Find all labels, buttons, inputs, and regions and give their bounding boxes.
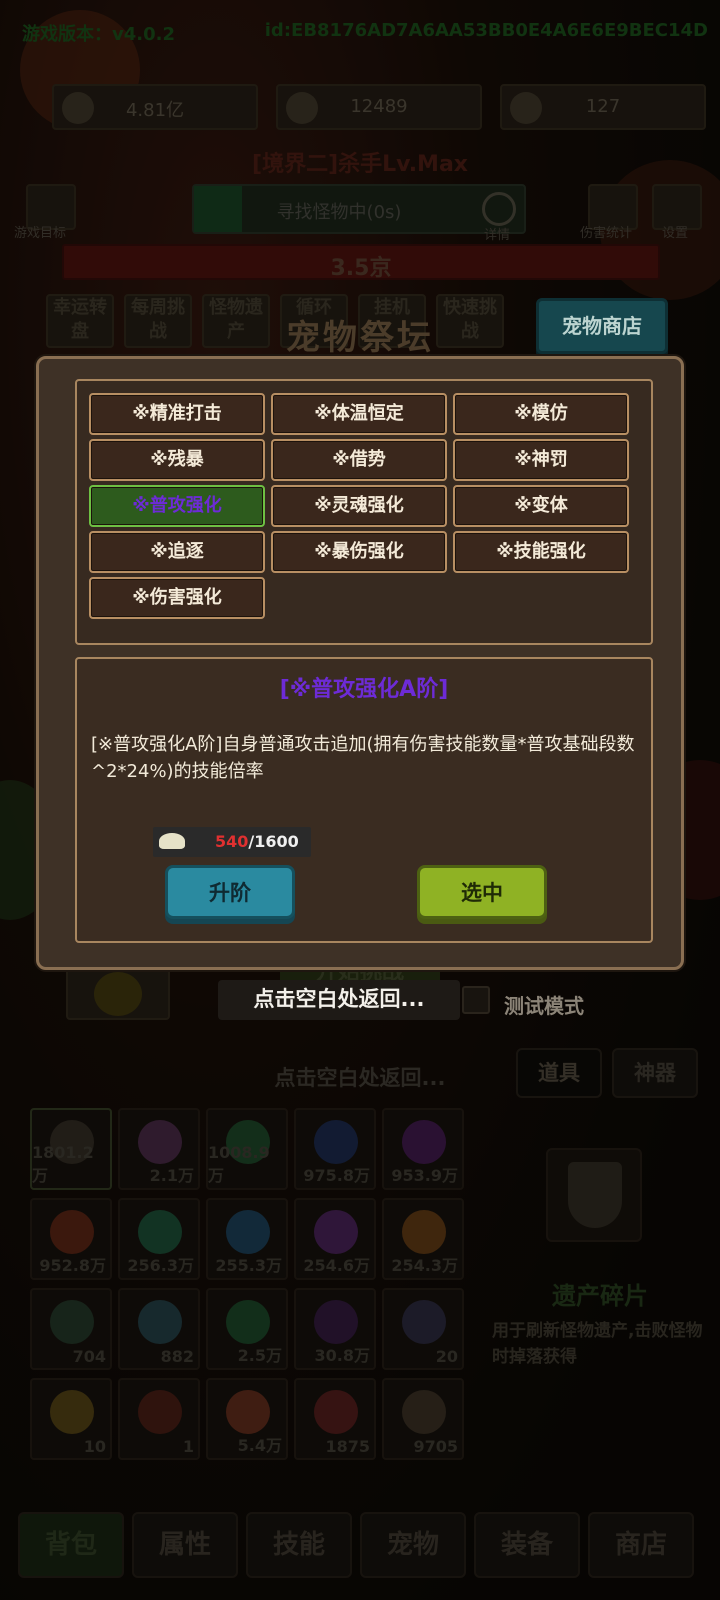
skill-description: [※普攻强化A阶]自身普通攻击追加(拥有伤害技能数量*普攻基础段数^2*24%)… xyxy=(91,734,635,782)
skill-item[interactable]: ※灵魂强化 xyxy=(271,485,447,527)
skill-item[interactable]: ※暴伤强化 xyxy=(271,531,447,573)
selected-skill-title: [※普攻强化A阶] xyxy=(279,677,449,702)
skill-list: ※精准打击 ※体温恒定 ※模仿 ※残暴 ※借势 ※神罚 ※普攻强化 ※灵魂强化 ※变体 ※追逐 ※暴… xyxy=(75,379,653,645)
skill-description-panel: [※普攻强化A阶] [※普攻强化A阶]自身普通攻击追加(拥有伤害技能数量*普攻基… xyxy=(75,657,653,943)
skill-item[interactable]: ※借势 xyxy=(271,439,447,481)
skill-item[interactable]: ※普攻强化 xyxy=(89,485,265,527)
skill-item[interactable]: ※残暴 xyxy=(89,439,265,481)
pet-altar-dialog: ※精准打击 ※体温恒定 ※模仿 ※残暴 ※借势 ※神罚 ※普攻强化 ※灵魂强化 ※变体 ※追逐 ※暴… xyxy=(36,356,684,970)
skill-item[interactable]: ※体温恒定 xyxy=(271,393,447,435)
skill-item[interactable]: ※伤害强化 xyxy=(89,577,265,619)
test-mode-checkbox[interactable] xyxy=(462,986,490,1014)
upgrade-button[interactable]: 升阶 xyxy=(165,865,295,919)
test-mode-label: 测试模式 xyxy=(504,994,584,1018)
cost-current: 540 xyxy=(215,832,249,851)
skill-item[interactable]: ※技能强化 xyxy=(453,531,629,573)
return-hint[interactable]: 点击空白处返回... xyxy=(218,980,460,1020)
material-pile-icon xyxy=(159,833,185,849)
select-button[interactable]: 选中 xyxy=(417,865,547,919)
skill-item[interactable]: ※模仿 xyxy=(453,393,629,435)
skill-item[interactable]: ※精准打击 xyxy=(89,393,265,435)
upgrade-cost: 540/1600 xyxy=(153,827,311,857)
cost-total: /1600 xyxy=(248,832,299,851)
skill-item[interactable]: ※追逐 xyxy=(89,531,265,573)
skill-item[interactable]: ※变体 xyxy=(453,485,629,527)
dialog-title: 宠物祭坛 xyxy=(286,318,434,358)
skill-item[interactable]: ※神罚 xyxy=(453,439,629,481)
